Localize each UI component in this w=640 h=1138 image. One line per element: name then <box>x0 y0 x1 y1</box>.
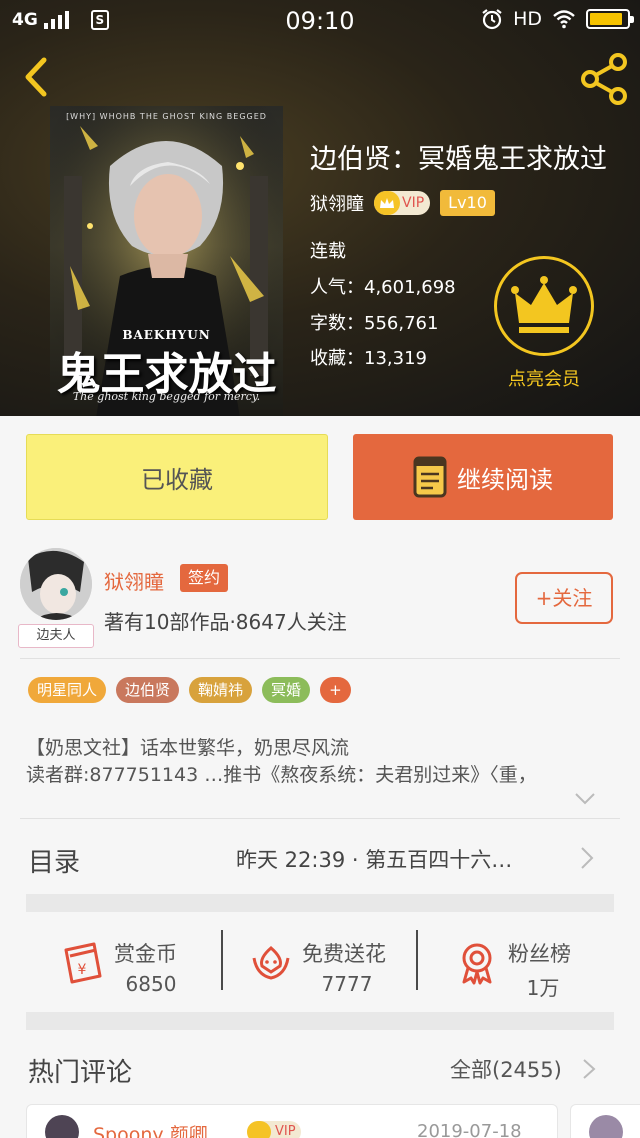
toc-label[interactable]: 目录 <box>28 842 80 879</box>
book-icon <box>413 456 447 498</box>
popularity-stat: 人气：4,601,698 <box>310 277 456 298</box>
book-author[interactable]: 狱翎瞳 <box>310 190 364 216</box>
tag-chip[interactable]: 明星同人 <box>28 677 107 703</box>
divider <box>416 930 418 990</box>
follow-button[interactable]: +关注 <box>515 572 613 624</box>
battery-icon <box>586 9 634 29</box>
favorites-stat: 收藏：13,319 <box>310 348 427 369</box>
tag-chip[interactable]: 冥婚 <box>262 677 311 703</box>
add-tag-button[interactable]: + <box>320 677 351 703</box>
favorites-value: 13,319 <box>364 348 427 369</box>
stat-title: 免费送花 <box>302 942 386 966</box>
medal-icon <box>462 943 492 985</box>
flower-icon <box>252 946 290 980</box>
crown-icon <box>511 276 577 333</box>
avatar-tag: 边夫人 <box>18 624 94 648</box>
svg-text:¥: ¥ <box>78 962 87 978</box>
wifi-icon <box>553 10 575 29</box>
word-count-value: 556,761 <box>364 313 439 334</box>
commenter-avatar[interactable] <box>45 1115 79 1138</box>
cover-header-text: [WHY] WHOHB THE GHOST KING BEGGED <box>66 112 267 121</box>
stat-value: 7777 <box>321 972 373 996</box>
commenter-name[interactable]: Spoony 颜卿 <box>93 1120 208 1138</box>
popularity-value: 4,601,698 <box>364 277 456 298</box>
vip-label: VIP <box>402 195 425 211</box>
divider <box>221 930 223 990</box>
stat-title: 粉丝榜 <box>508 942 571 966</box>
reward-coins[interactable]: ¥ 赏金币 6850 <box>60 932 200 1002</box>
commenter-avatar[interactable] <box>589 1115 623 1138</box>
tag-chip[interactable]: 鞠婧祎 <box>189 677 253 703</box>
level-badge: Lv10 <box>440 190 495 216</box>
hot-comments-title: 热门评论 <box>28 1058 133 1088</box>
section-separator <box>26 894 614 912</box>
vip-badge: VIP <box>247 1121 301 1138</box>
comment-card[interactable]: Spoony 颜卿 VIP 2019-07-18 <box>26 1104 558 1138</box>
status-bar: 4G S 09:10 HD <box>0 0 640 44</box>
continue-reading-label: 继续阅读 <box>457 465 553 494</box>
chevron-right-icon[interactable] <box>582 1058 596 1080</box>
word-count-stat: 字数：556,761 <box>310 313 439 334</box>
chevron-left-icon[interactable] <box>14 52 58 102</box>
free-flowers[interactable]: 免费送花 7777 <box>248 932 408 1002</box>
continue-reading-button[interactable]: 继续阅读 <box>353 434 613 520</box>
hd-label: HD <box>513 8 542 30</box>
fan-ranking[interactable]: 粉丝榜 1万 <box>454 932 594 1002</box>
stat-value: 6850 <box>125 972 177 996</box>
stat-value: 1万 <box>526 976 560 1000</box>
serial-status: 连载 <box>310 241 346 262</box>
signed-badge: 签约 <box>180 564 229 592</box>
intro-line-2: 读者群:877751143 …推书《熬夜系统：夫君别过来》〈重， <box>26 764 537 786</box>
book-cover[interactable]: [WHY] WHOHB THE GHOST KING BEGGED BAEKHY… <box>50 106 283 416</box>
stat-title: 赏金币 <box>114 942 177 966</box>
divider <box>20 818 620 819</box>
toc-latest-update[interactable]: 昨天 22:39 · 第五百四十六… <box>236 844 512 874</box>
tag-list: 明星同人 边伯贤 鞠婧祎 冥婚 + <box>28 677 351 703</box>
battery-level <box>590 13 623 25</box>
section-separator <box>26 1012 614 1030</box>
chevron-right-icon[interactable] <box>579 846 595 870</box>
book-title: 边伯贤：冥婚鬼王求放过 <box>310 144 607 175</box>
book-header: 4G S 09:10 HD [WHY] WHOHB THE GHOST KING… <box>0 0 640 416</box>
collected-button[interactable]: 已收藏 <box>26 434 328 520</box>
author-name[interactable]: 狱翎瞳 <box>104 566 164 595</box>
all-comments-link[interactable]: 全部(2455) <box>450 1054 562 1084</box>
author-meta: 著有10部作品·8647人关注 <box>104 610 347 634</box>
author-avatar[interactable] <box>20 548 92 620</box>
comment-date: 2019-07-18 <box>417 1121 522 1138</box>
chevron-down-icon[interactable] <box>574 792 596 806</box>
crown-icon <box>374 191 400 215</box>
divider <box>20 658 620 659</box>
cover-subtitle: The ghost king begged for mercy. <box>72 390 261 403</box>
red-envelope-icon: ¥ <box>64 942 102 984</box>
alarm-icon <box>482 9 502 30</box>
tag-chip[interactable]: 边伯贤 <box>116 677 180 703</box>
reward-stats: ¥ 赏金币 6850 免费送花 7777 粉丝榜 1万 <box>0 924 640 1014</box>
vip-badge: VIP <box>374 191 431 215</box>
member-button[interactable] <box>494 256 594 356</box>
share-icon[interactable] <box>578 52 632 106</box>
member-label[interactable]: 点亮会员 <box>484 365 604 391</box>
comment-card[interactable] <box>570 1104 640 1138</box>
intro-line-1: 【奶思文社】话本世繁华，奶思尽风流 <box>26 737 350 759</box>
